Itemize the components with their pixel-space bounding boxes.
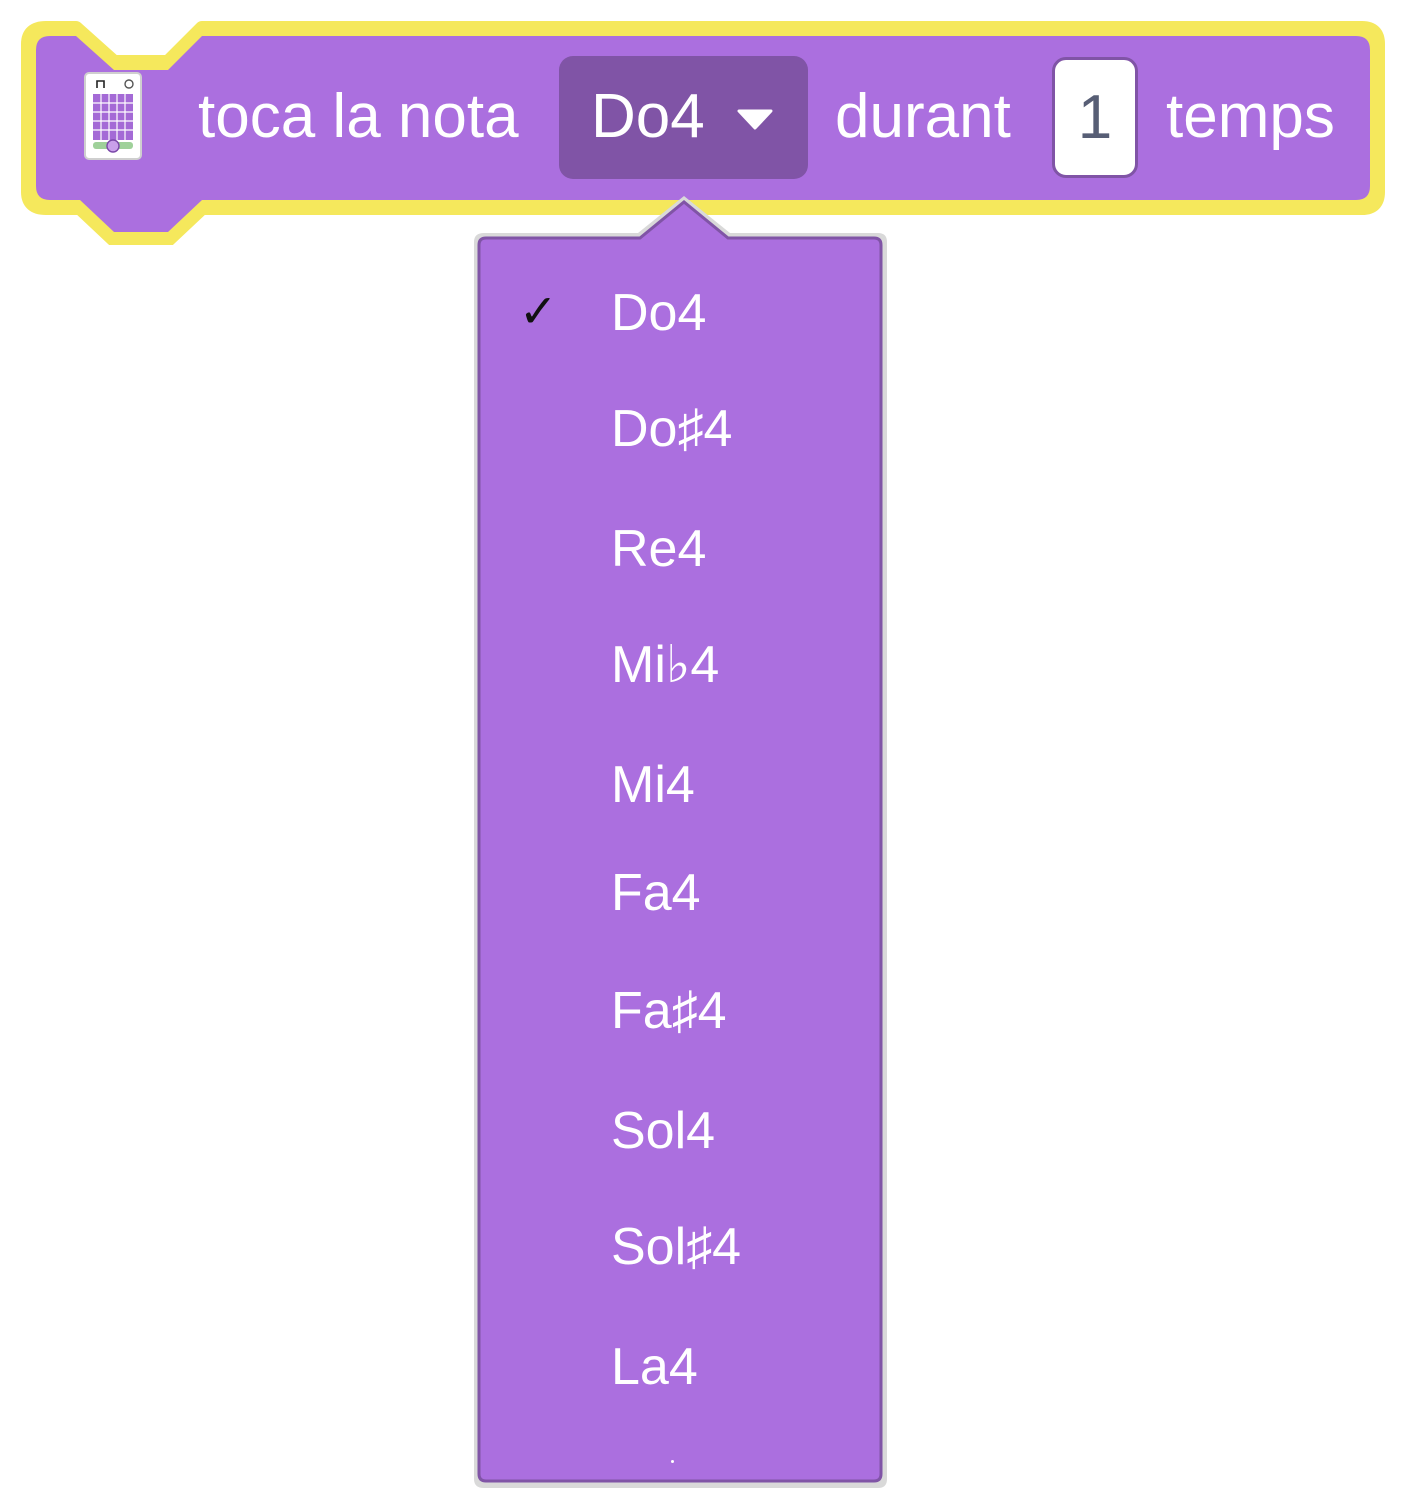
menu-item-label: Re4 [611,520,707,578]
menu-item-label: Mi♭4 [611,636,720,694]
menu-item-label: Fa4 [611,864,701,922]
scroll-indicator [671,1460,674,1463]
menu-item-label: Fa♯4 [611,982,727,1040]
checkmark-icon: ✓ [519,284,558,338]
menu-item[interactable]: Re4 [479,498,881,598]
menu-item[interactable]: Mi4 [479,734,881,834]
note-dropdown-menu[interactable]: ✓ Do4 Do♯4 Re4 Mi♭4 Mi4 Fa4 Fa♯4 Sol4 Sol♯4 La4 [479,238,881,1480]
menu-item[interactable]: Mi♭4 [479,614,881,714]
menu-item[interactable]: Do♯4 [479,378,881,478]
menu-item-label: La4 [611,1338,698,1396]
menu-item[interactable]: Sol4 [479,1080,881,1180]
canvas: toca la nota Do4 durant 1 temps ✓ Do4 Do♯4… [0,0,1408,1510]
menu-item-label: Sol4 [611,1102,716,1160]
menu-item[interactable]: La4 [479,1316,881,1416]
menu-item[interactable]: Fa4 [479,842,881,942]
menu-item[interactable]: ✓ Do4 [479,262,881,362]
menu-item[interactable]: Fa♯4 [479,960,881,1060]
menu-item[interactable]: Sol♯4 [479,1196,881,1296]
menu-item-label: Mi4 [611,756,695,814]
menu-item-label: Do♯4 [611,400,733,458]
menu-item-label: Do4 [611,284,707,342]
menu-item-label: Sol♯4 [611,1218,742,1276]
